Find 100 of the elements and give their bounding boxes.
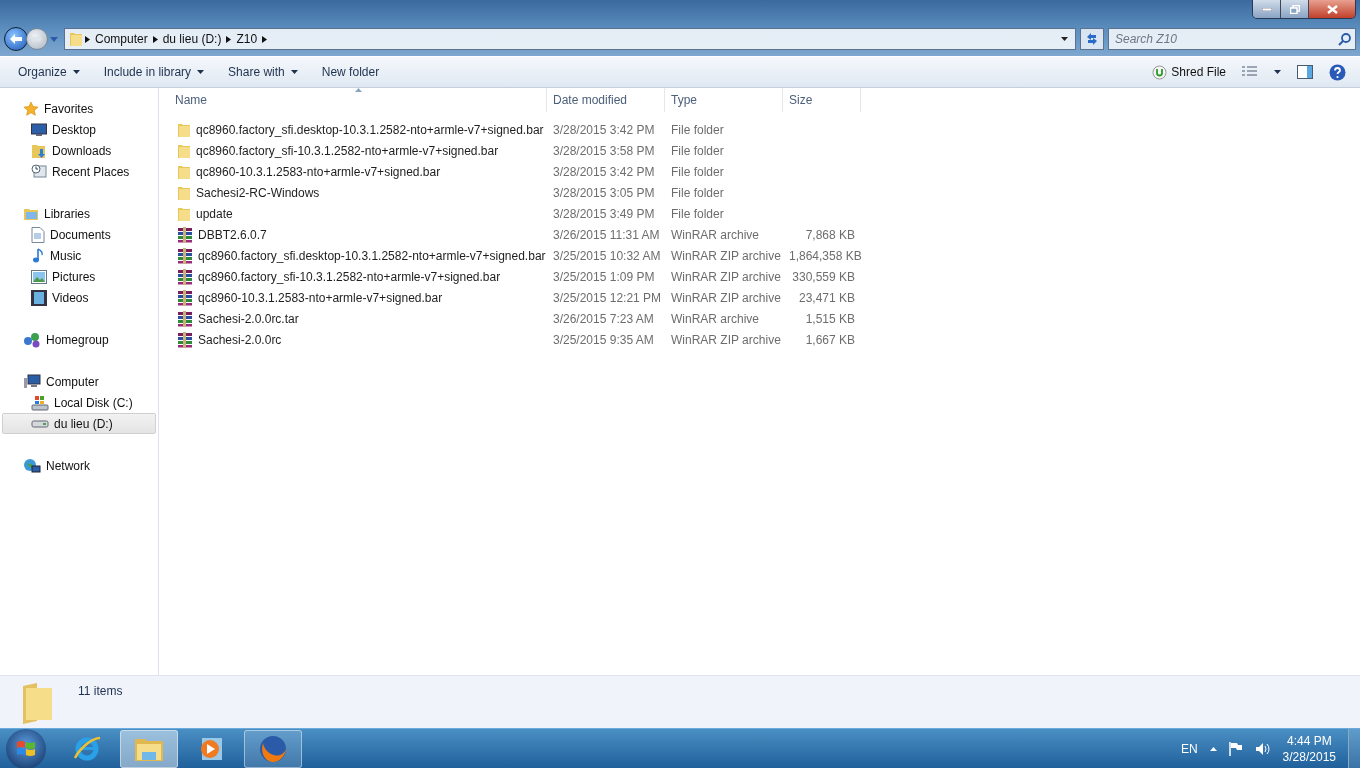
type-cell-text: File folder (670, 185, 725, 200)
globe-monitor-icon (23, 457, 41, 474)
file-name[interactable]: qc8960-10.3.1.2583-nto+armle-v7+signed.bar (196, 164, 441, 179)
start-button[interactable] (6, 729, 46, 768)
windows-logo-icon (16, 740, 36, 758)
column-header[interactable]: Type (665, 88, 783, 112)
shred-button[interactable]: Shred File (1146, 60, 1232, 84)
nav-item[interactable]: Favorites (2, 98, 156, 119)
chevron-icon (152, 35, 158, 43)
nav-item[interactable]: Recent Places (2, 161, 156, 182)
folder-icon (134, 736, 164, 762)
type-cell-text: WinRAR ZIP archive (670, 332, 782, 347)
music-note-icon (31, 247, 45, 264)
size-cell-text: 1,864,358 KB (788, 248, 861, 263)
toolbar-menu[interactable]: Organize (8, 61, 90, 83)
film-icon (31, 289, 47, 306)
back-button[interactable] (4, 27, 28, 51)
speaker-icon (1254, 742, 1271, 756)
volume-button[interactable] (1254, 742, 1271, 756)
refresh-button[interactable] (1080, 28, 1104, 50)
date-cell-text: 3/28/2015 3:42 PM (552, 122, 656, 137)
chevron-icon (226, 35, 232, 43)
show-hidden-icons-button[interactable] (1209, 747, 1217, 751)
folder-icon (177, 121, 191, 138)
people-icon (23, 331, 41, 348)
caret-icon (1274, 70, 1281, 74)
type-cell-text: File folder (670, 164, 725, 179)
size-cell-text: 1,515 KB (804, 311, 856, 326)
file-name[interactable]: qc8960-10.3.1.2583-nto+armle-v7+signed.bar (198, 290, 443, 305)
file-name[interactable]: Sachesi-2.0.0rc (198, 332, 282, 347)
toolbar-button[interactable]: New folder (311, 61, 390, 83)
clock[interactable]: 4:44 PM 3/28/2015 (1282, 733, 1336, 765)
breadcrumb[interactable]: du lieu (D:) (159, 32, 225, 46)
breadcrumb[interactable]: Computer (92, 32, 151, 46)
folder-icon (69, 31, 83, 47)
column-header[interactable]: Name (169, 88, 547, 112)
action-center-button[interactable] (1228, 742, 1243, 756)
date-cell-text: 3/25/2015 10:32 AM (552, 248, 662, 263)
nav-item[interactable]: Documents (2, 224, 156, 245)
refresh-icon (1085, 32, 1099, 46)
nav-item[interactable]: du lieu (D:) (2, 413, 156, 434)
close-icon (1326, 4, 1338, 14)
type-cell-text: WinRAR archive (670, 227, 761, 242)
folder-icon (177, 163, 191, 180)
language-indicator[interactable]: EN (1180, 742, 1198, 756)
nav-item[interactable]: Local Disk (C:) (2, 392, 156, 413)
nav-item[interactable]: Network (2, 455, 156, 476)
fox-globe-icon (258, 734, 288, 764)
close-button[interactable] (1309, 0, 1355, 18)
restore-button[interactable] (1281, 0, 1309, 18)
toolbar-menu[interactable]: Share with (218, 61, 308, 83)
size-cell-text: 23,471 KB (797, 290, 856, 305)
nav-item[interactable]: Libraries (2, 203, 156, 224)
file-name[interactable]: qc8960.factory_sfi-10.3.1.2582-nto+armle-v7+signed.bar (196, 143, 499, 158)
address-dropdown[interactable] (1058, 37, 1071, 41)
file-name[interactable]: qc8960.factory_sfi.desktop-10.3.1.2582-nto+armle-v7+signed.bar (196, 122, 544, 137)
caret-icon (197, 70, 205, 74)
nav-item[interactable]: Homegroup (2, 329, 156, 350)
caret-icon (72, 70, 80, 74)
minimize-icon (1261, 7, 1272, 11)
breadcrumb[interactable]: Z10 (233, 32, 261, 46)
toolbar-menu[interactable]: Include in library (93, 61, 215, 83)
nav-item[interactable]: Music (2, 245, 156, 266)
minimize-button[interactable] (1253, 0, 1281, 18)
file-name[interactable]: DBBT2.6.0.7 (198, 227, 267, 242)
nav-item[interactable]: Computer (2, 371, 156, 392)
type-cell-text: WinRAR ZIP archive (670, 248, 782, 263)
file-name[interactable]: Sachesi-2.0.0rc.tar (198, 311, 299, 326)
list-view-icon (1242, 66, 1258, 78)
address-field[interactable]: Computer du lieu (D:) Z10 (64, 28, 1076, 50)
date-cell-text: 3/26/2015 7:23 AM (552, 311, 655, 326)
archive-icon (177, 289, 193, 306)
nav-item[interactable]: Desktop (2, 119, 156, 140)
folder-icon (177, 142, 191, 159)
taskbar-app[interactable] (244, 730, 302, 768)
type-cell-text: File folder (670, 206, 725, 221)
file-name[interactable]: Sachesi2-RC-Windows (196, 185, 320, 200)
column-header[interactable]: Size (783, 88, 861, 112)
help-icon (1329, 63, 1346, 81)
archive-icon (177, 331, 193, 348)
file-name[interactable]: qc8960.factory_sfi.desktop-10.3.1.2582-nto+armle-v7+signed.bar (198, 248, 546, 263)
archive-icon (177, 226, 193, 243)
search-input[interactable]: Search Z10 (1113, 31, 1338, 47)
drive-icon (31, 419, 49, 428)
size-cell-text: 330,559 KB (791, 269, 856, 284)
nav-item[interactable]: Videos (2, 287, 156, 308)
column-header[interactable]: Date modified (547, 88, 665, 112)
search-field[interactable]: Search Z10 (1108, 28, 1356, 50)
file-name[interactable]: qc8960.factory_sfi-10.3.1.2582-nto+armle-v7+signed.bar (198, 269, 501, 284)
nav-item[interactable]: Pictures (2, 266, 156, 287)
chevron-icon (262, 35, 268, 43)
nav-item[interactable]: Downloads (2, 140, 156, 161)
archive-icon (177, 310, 193, 327)
file-name[interactable]: update (196, 206, 233, 221)
star-icon (23, 100, 39, 117)
pane-icon (1297, 65, 1313, 79)
monitor-icon (31, 122, 47, 137)
caret-icon (290, 70, 298, 74)
play-icon (198, 736, 224, 762)
left-arrow-icon (9, 33, 23, 45)
